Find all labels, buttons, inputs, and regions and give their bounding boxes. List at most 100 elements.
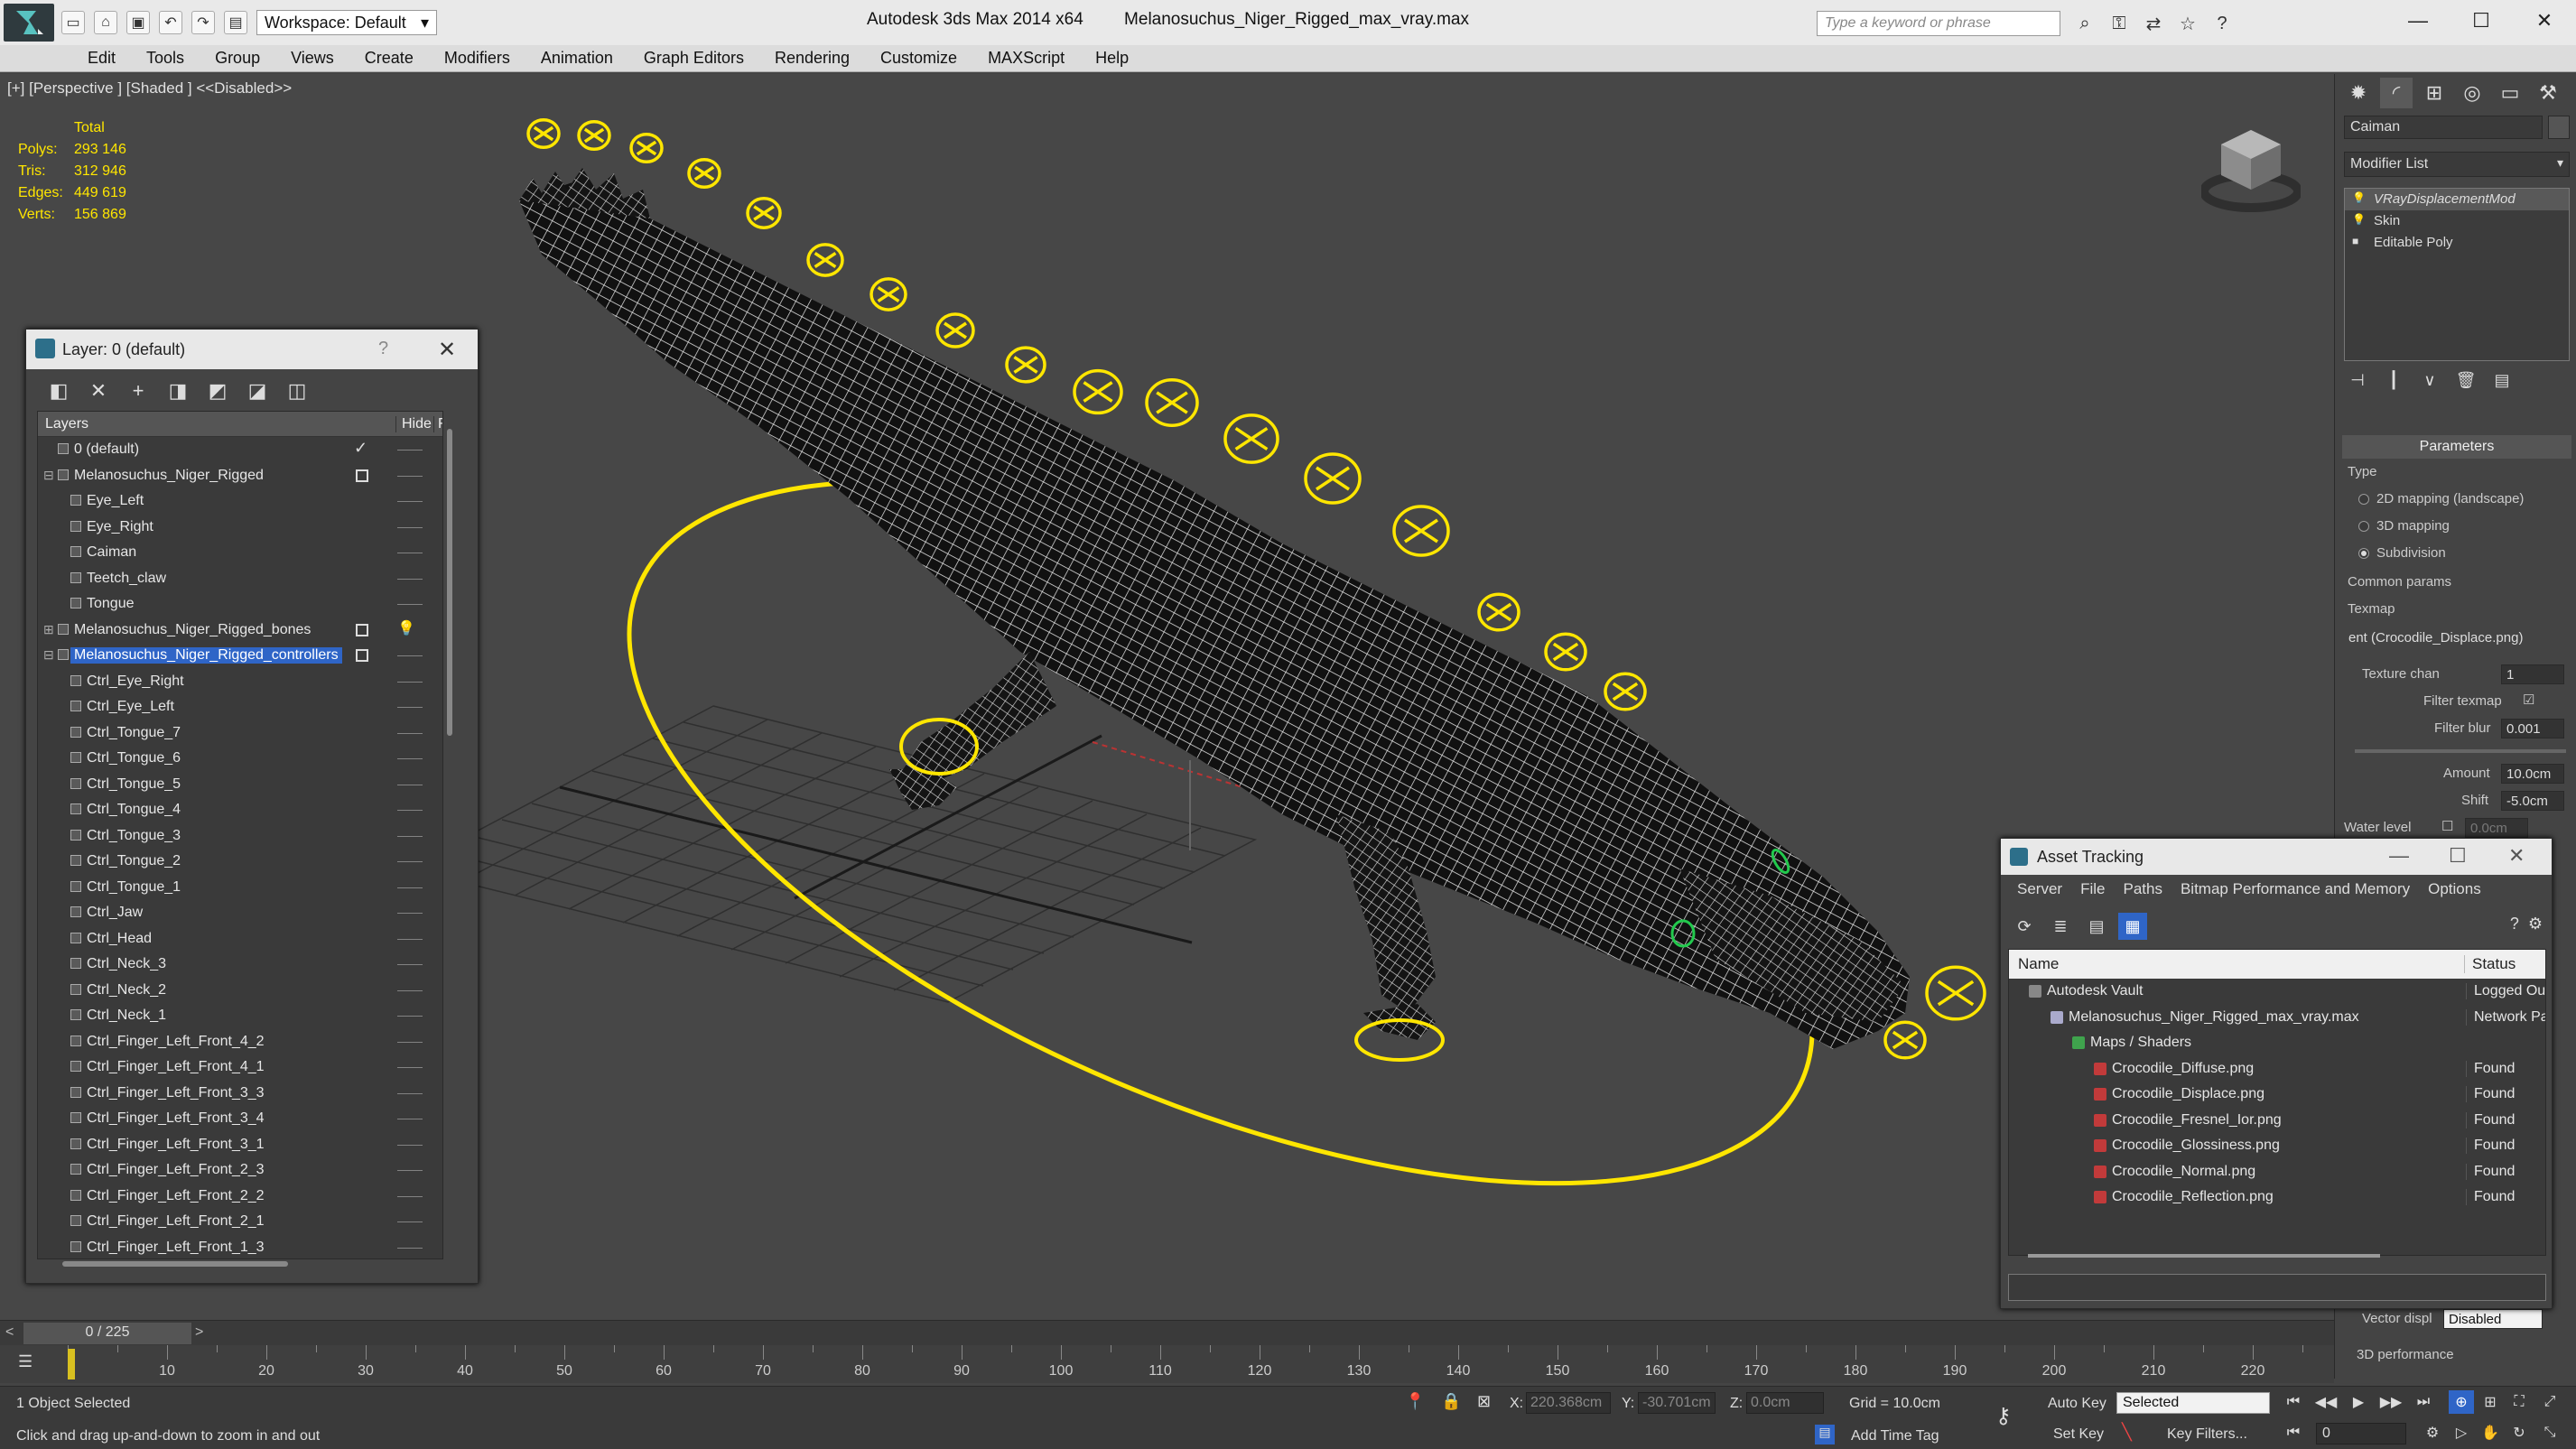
- list-view-icon[interactable]: ≣: [2046, 913, 2075, 940]
- motion-tab-icon[interactable]: ◎: [2456, 78, 2488, 108]
- asset-row[interactable]: Crocodile_Reflection.png Found: [2009, 1184, 2545, 1211]
- layer-row[interactable]: Ctrl_Finger_Left_Front_4_1 ——: [38, 1054, 442, 1081]
- add-to-layer-icon[interactable]: +: [124, 376, 153, 405]
- hide-toggle[interactable]: ——: [397, 1213, 423, 1228]
- modifier-list-dropdown[interactable]: Modifier List ▾: [2344, 152, 2570, 177]
- previous-key-icon[interactable]: ◀◀: [2313, 1390, 2339, 1414]
- horizontal-scrollbar[interactable]: [62, 1261, 288, 1267]
- menu-tools[interactable]: Tools: [131, 49, 200, 68]
- parameters-rollout-header[interactable]: Parameters: [2342, 435, 2571, 459]
- layer-row[interactable]: Ctrl_Tongue_1 ——: [38, 875, 442, 901]
- new-file-icon[interactable]: ▭: [61, 11, 85, 34]
- horizontal-scrollbar[interactable]: [2028, 1254, 2380, 1258]
- set-current-layer-box[interactable]: [356, 623, 368, 636]
- menu-rendering[interactable]: Rendering: [759, 49, 865, 68]
- hide-toggle[interactable]: ——: [397, 853, 423, 868]
- freeze-column-header[interactable]: F: [433, 416, 442, 432]
- absolute-mode-icon[interactable]: ⊠: [1477, 1392, 1491, 1411]
- z-coordinate-field[interactable]: 0.0cm: [1746, 1392, 1824, 1414]
- hide-toggle[interactable]: ——: [397, 802, 423, 816]
- auto-key-button[interactable]: Auto Key: [2048, 1396, 2106, 1412]
- asset-table[interactable]: Name Status Autodesk Vault Logged Out Mela…: [2008, 949, 2546, 1256]
- asset-menu-paths[interactable]: Paths: [2114, 880, 2171, 898]
- set-keys-icon[interactable]: ⚷: [1995, 1403, 2012, 1429]
- freeze-all-icon[interactable]: ◫: [283, 376, 312, 405]
- menu-create[interactable]: Create: [349, 49, 429, 68]
- hide-toggle[interactable]: ——: [397, 982, 423, 997]
- next-frame-icon[interactable]: >: [195, 1324, 203, 1341]
- set-current-layer-box[interactable]: [356, 469, 368, 482]
- search-input[interactable]: Type a keyword or phrase: [1817, 11, 2060, 36]
- asset-row[interactable]: Crocodile_Displace.png Found: [2009, 1082, 2545, 1108]
- layer-row[interactable]: Ctrl_Neck_2 ——: [38, 978, 442, 1004]
- key-mode-dropdown[interactable]: Selected: [2116, 1392, 2270, 1414]
- hide-toggle[interactable]: ——: [397, 1162, 423, 1176]
- hide-toggle[interactable]: ——: [397, 1137, 423, 1151]
- layer-row[interactable]: Ctrl_Tongue_6 ——: [38, 746, 442, 772]
- hide-all-icon[interactable]: ◪: [243, 376, 272, 405]
- layer-row[interactable]: Ctrl_Finger_Left_Front_2_1 ——: [38, 1209, 442, 1235]
- exchange-icon[interactable]: ⇄: [2141, 11, 2166, 36]
- select-objects-icon[interactable]: ◨: [163, 376, 192, 405]
- layer-row[interactable]: Ctrl_Neck_1 ——: [38, 1003, 442, 1029]
- prev-frame-icon[interactable]: <: [5, 1324, 14, 1341]
- crocodile-mesh[interactable]: [519, 168, 1910, 1049]
- create-tab-icon[interactable]: ✹: [2342, 78, 2375, 108]
- shift-spinner[interactable]: -5.0cm: [2501, 791, 2564, 811]
- close-icon[interactable]: ✕: [2508, 844, 2525, 868]
- layer-row[interactable]: Ctrl_Tongue_2 ——: [38, 849, 442, 875]
- asset-menu-server[interactable]: Server: [2008, 880, 2071, 898]
- asset-menu-bitmap-performance-and-memory[interactable]: Bitmap Performance and Memory: [2171, 880, 2419, 898]
- selection-lock-icon[interactable]: 🔒: [1441, 1392, 1461, 1411]
- layer-row[interactable]: Ctrl_Finger_Left_Front_3_1 ——: [38, 1132, 442, 1158]
- current-frame-field[interactable]: 0: [2316, 1423, 2406, 1444]
- hide-toggle[interactable]: ——: [397, 956, 423, 971]
- layer-row[interactable]: Ctrl_Finger_Left_Front_2_3 ——: [38, 1157, 442, 1184]
- maximize-icon[interactable]: ☐: [2449, 844, 2467, 868]
- asset-row[interactable]: Crocodile_Fresnel_Ior.png Found: [2009, 1108, 2545, 1134]
- help-icon[interactable]: ?: [2510, 915, 2519, 933]
- hide-toggle[interactable]: ——: [397, 1034, 423, 1048]
- vertical-scrollbar[interactable]: [447, 429, 452, 736]
- layer-row[interactable]: Ctrl_Tongue_4 ——: [38, 797, 442, 823]
- go-to-end-icon[interactable]: ⏭: [2411, 1390, 2436, 1414]
- layer-row[interactable]: ⊟ Melanosuchus_Niger_Rigged ——: [38, 463, 442, 489]
- water-level-spinner[interactable]: 0.0cm: [2465, 818, 2528, 838]
- hide-toggle[interactable]: ——: [397, 493, 423, 507]
- x-coordinate-field[interactable]: 220.368cm: [1526, 1392, 1611, 1414]
- layer-dialog-titlebar[interactable]: Layer: 0 (default) ? ✕: [26, 330, 478, 369]
- display-tab-icon[interactable]: ▭: [2494, 78, 2526, 108]
- time-slider[interactable]: < 0 / 225 >: [0, 1320, 2334, 1345]
- layer-list[interactable]: Layers Hide F 0 (default) ✓ —— ⊟ Melanosuchu…: [37, 411, 443, 1259]
- time-slider-frame[interactable]: 0 / 225: [23, 1323, 191, 1344]
- collapse-icon[interactable]: ⊟: [43, 647, 54, 663]
- modify-tab-icon[interactable]: ◜: [2380, 78, 2413, 108]
- next-key-icon[interactable]: ▶▶: [2378, 1390, 2404, 1414]
- field-of-view-icon[interactable]: ▷: [2449, 1421, 2474, 1444]
- expand-icon[interactable]: ⊞: [43, 622, 54, 637]
- minimize-icon[interactable]: —: [2386, 0, 2450, 42]
- help-icon[interactable]: ?: [2209, 11, 2235, 36]
- modifier-stack[interactable]: 💡 VRayDisplacementMod 💡 Skin ■ Editable Poly: [2344, 188, 2570, 361]
- layer-row[interactable]: Ctrl_Head ——: [38, 926, 442, 952]
- layer-row[interactable]: Teetch_claw ——: [38, 566, 442, 592]
- utilities-tab-icon[interactable]: ⚒: [2532, 78, 2564, 108]
- hide-toggle[interactable]: ——: [397, 647, 423, 662]
- layer-row[interactable]: Ctrl_Eye_Left ——: [38, 694, 442, 720]
- layer-row[interactable]: Eye_Left ——: [38, 488, 442, 515]
- open-file-icon[interactable]: ⌂: [94, 11, 117, 34]
- create-layer-icon[interactable]: ◧: [44, 376, 73, 405]
- key-filter-icon[interactable]: ╲: [2122, 1423, 2132, 1442]
- type-radio[interactable]: [2358, 548, 2369, 559]
- hide-toggle[interactable]: ——: [397, 673, 423, 688]
- isolate-icon[interactable]: 📍: [1405, 1392, 1425, 1411]
- hide-toggle[interactable]: ——: [397, 905, 423, 919]
- set-key-button[interactable]: Set Key: [2053, 1426, 2104, 1443]
- hide-toggle[interactable]: ——: [397, 1188, 423, 1203]
- hide-toggle[interactable]: ——: [397, 1240, 423, 1254]
- key-icon[interactable]: ⚿: [2106, 11, 2132, 36]
- modifier-stack-item[interactable]: 💡 VRayDisplacementMod: [2345, 189, 2569, 210]
- filter-texmap-checkbox[interactable]: ☑: [2523, 692, 2534, 708]
- hide-toggle[interactable]: ——: [397, 776, 423, 791]
- viewport-label[interactable]: [+] [Perspective ] [Shaded ] <<Disabled>…: [7, 79, 292, 98]
